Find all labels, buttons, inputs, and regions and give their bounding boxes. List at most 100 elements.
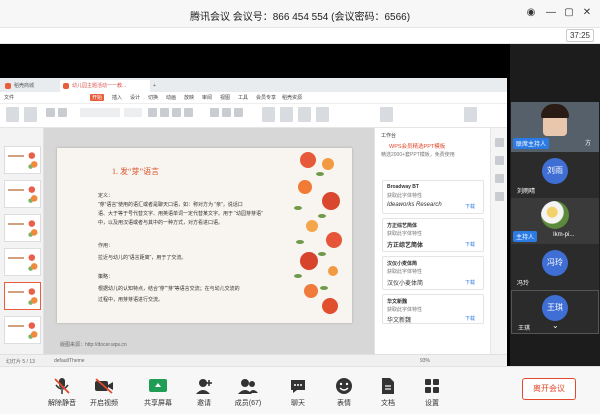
align-right-icon[interactable] bbox=[234, 108, 243, 117]
arrange-icon[interactable] bbox=[298, 107, 311, 122]
picture-icon[interactable] bbox=[316, 107, 329, 122]
reactions-button[interactable]: 表情 bbox=[324, 372, 364, 412]
minimize-icon[interactable]: — bbox=[544, 6, 558, 20]
participant-tile[interactable]: 刘雨 刘雨晴 bbox=[511, 152, 599, 198]
slide-thumbnail[interactable] bbox=[4, 248, 41, 276]
settings-button[interactable]: 设置 bbox=[412, 372, 452, 412]
leaf bbox=[320, 286, 328, 290]
font-card-sample: 华文新魏 bbox=[387, 318, 412, 324]
maximize-icon[interactable]: ▢ bbox=[562, 6, 576, 20]
paste-icon[interactable] bbox=[6, 107, 19, 122]
close-icon[interactable]: ✕ bbox=[580, 6, 594, 20]
font-card-name: 汉仪小麦体简 bbox=[387, 261, 418, 267]
font-card-download[interactable]: 下载 bbox=[465, 203, 475, 210]
font-card[interactable]: 汉仪小麦体简 获取此字体特性 汉仪小麦体简 下载 bbox=[382, 256, 484, 290]
font-card-desc: 获取此字体特性 bbox=[387, 231, 423, 237]
menu-docer[interactable]: 稻壳资源 bbox=[282, 94, 302, 101]
animation-icon[interactable] bbox=[495, 174, 504, 183]
align-left-icon[interactable] bbox=[210, 108, 219, 117]
menu-tools[interactable]: 工具 bbox=[238, 94, 248, 101]
underline-icon[interactable] bbox=[172, 108, 181, 117]
font-card-sample: 汉仪小麦体简 bbox=[387, 281, 424, 287]
align-center-icon[interactable] bbox=[222, 108, 231, 117]
menu-home[interactable]: 开始 bbox=[90, 94, 105, 101]
participant-tile[interactable]: 冯玲 冯玲 bbox=[511, 244, 599, 290]
chevron-down-icon[interactable]: ⌄ bbox=[552, 321, 559, 330]
slide-line: 根据幼儿的认知特点，结合“芽”“芽”等语言交流；在与幼儿交流的 bbox=[98, 286, 240, 292]
font-card[interactable]: Broadway BT 获取此字体特性 Ideaworks Research 下… bbox=[382, 180, 484, 214]
menu-insert[interactable]: 插入 bbox=[112, 94, 122, 101]
font-size-select[interactable] bbox=[124, 108, 142, 117]
textbox-icon[interactable] bbox=[262, 107, 275, 122]
leave-meeting-button[interactable]: 离开会议 bbox=[522, 378, 576, 400]
invite-icon bbox=[196, 379, 212, 394]
menu-design[interactable]: 设计 bbox=[130, 94, 140, 101]
slideshow-icon[interactable] bbox=[464, 107, 477, 122]
italic-icon[interactable] bbox=[160, 108, 169, 117]
start-video-button[interactable]: 开启视频 bbox=[84, 372, 124, 412]
font-card[interactable]: 方正综艺简体 获取此字体特性 方正综艺简体 下载 bbox=[382, 218, 484, 252]
new-slide-icon[interactable] bbox=[24, 107, 37, 122]
font-card-download[interactable]: 下载 bbox=[465, 241, 475, 248]
participant-tile[interactable]: 王琪 王琪 ⌄ bbox=[511, 290, 599, 334]
slide-thumbnail[interactable] bbox=[4, 214, 41, 242]
reset-icon[interactable] bbox=[58, 108, 67, 117]
wps-tab-document[interactable]: 幼儿园主题活动一一教... bbox=[60, 80, 150, 92]
font-color-icon[interactable] bbox=[184, 108, 193, 117]
documents-button[interactable]: 文档 bbox=[368, 372, 408, 412]
find-icon[interactable] bbox=[380, 107, 393, 122]
layout-icon[interactable] bbox=[46, 108, 55, 117]
menu-view[interactable]: 视图 bbox=[220, 94, 230, 101]
chat-button[interactable]: 聊天 bbox=[278, 372, 318, 412]
pin-icon[interactable]: ◉ bbox=[524, 6, 538, 20]
backup-icon[interactable] bbox=[495, 192, 504, 201]
design-icon[interactable] bbox=[495, 156, 504, 165]
font-card-desc: 获取此字体特性 bbox=[387, 269, 423, 275]
menu-animation[interactable]: 动画 bbox=[166, 94, 176, 101]
menu-slideshow[interactable]: 放映 bbox=[184, 94, 194, 101]
property-icon[interactable] bbox=[495, 138, 504, 147]
slide-thumbnail[interactable] bbox=[4, 146, 41, 174]
slide-thumbnail[interactable] bbox=[4, 316, 41, 344]
members-icon bbox=[238, 379, 258, 394]
slide-thumbnail[interactable] bbox=[4, 180, 41, 208]
participant-extra: Ikm-pi... bbox=[553, 232, 575, 238]
emoji-icon bbox=[336, 378, 352, 394]
share-screen-icon bbox=[149, 379, 167, 392]
font-card-download[interactable]: 下载 bbox=[465, 315, 475, 322]
bold-icon[interactable] bbox=[148, 108, 157, 117]
slide-line: 语、大于等于号代替文字、用英语单词一定代替某文字。用于 “幼园芽芽语” bbox=[98, 211, 263, 217]
meeting-title: 腾讯会议 会议号：866 454 554 (会议密码：6566) bbox=[189, 12, 411, 23]
participant-avatar: 王琪 bbox=[542, 295, 568, 321]
participant-tile-host[interactable]: 主持人 Ikm-pi... bbox=[511, 198, 599, 244]
flower bbox=[322, 298, 338, 314]
document-icon bbox=[382, 378, 394, 394]
member-notice[interactable]: WPS会员精选PPT模板 bbox=[389, 142, 445, 150]
unmute-button[interactable]: 解除静音 bbox=[42, 372, 82, 412]
font-card-sample: 方正综艺简体 bbox=[387, 243, 424, 249]
wps-tab-store[interactable]: 稻壳商城 bbox=[2, 80, 50, 92]
font-card[interactable]: 华文新魏 获取此字体特性 华文新魏 下载 bbox=[382, 294, 484, 324]
wps-tab-label: 幼儿园主题活动一一教... bbox=[72, 83, 127, 89]
wps-new-tab-button[interactable]: + bbox=[150, 80, 164, 92]
members-button[interactable]: 成员(67) bbox=[228, 372, 268, 412]
slide-thumbnail-selected[interactable] bbox=[4, 282, 41, 310]
share-screen-button[interactable]: 共享屏幕 bbox=[138, 372, 178, 412]
font-card-download[interactable]: 下载 bbox=[465, 279, 475, 286]
slide-title: 1. 发“芽”语言 bbox=[112, 167, 160, 176]
flower bbox=[298, 180, 312, 194]
participant-tile-video[interactable]: 联席主持人 方 bbox=[511, 102, 599, 152]
shape-icon[interactable] bbox=[280, 107, 293, 122]
font-select[interactable] bbox=[80, 108, 120, 117]
menu-member[interactable]: 会员专享 bbox=[256, 94, 276, 101]
invite-button[interactable]: 邀请 bbox=[184, 372, 224, 412]
menu-review[interactable]: 审阅 bbox=[202, 94, 212, 101]
zoom-level[interactable]: 93% bbox=[420, 358, 430, 364]
menu-file[interactable]: 文件 bbox=[4, 94, 14, 101]
notes-placeholder[interactable]: 版图来源：http://docer.wps.cn bbox=[60, 341, 127, 348]
leaf bbox=[318, 214, 326, 218]
slide-line: 作用： bbox=[98, 243, 114, 249]
menu-transition[interactable]: 切换 bbox=[148, 94, 158, 101]
tool-label: 成员(67) bbox=[234, 400, 262, 407]
flower bbox=[328, 266, 338, 276]
